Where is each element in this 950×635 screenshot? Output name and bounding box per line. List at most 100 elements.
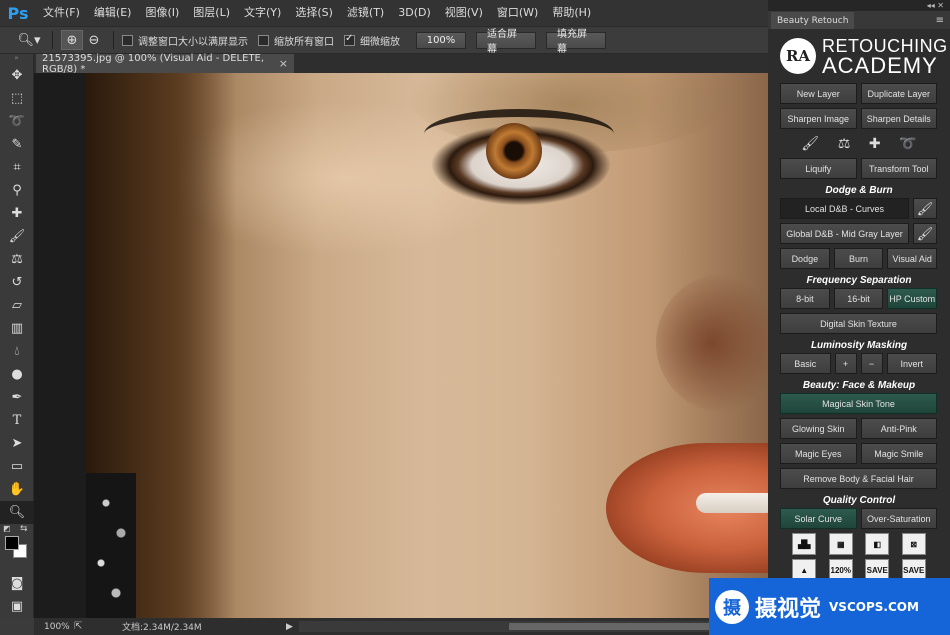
menu-select[interactable]: 选择(S): [288, 0, 340, 26]
magic-eyes-button[interactable]: Magic Eyes: [780, 443, 857, 464]
checkbox-box[interactable]: [122, 34, 133, 46]
hand-tool-icon[interactable]: ✋: [0, 478, 34, 501]
menu-3d[interactable]: 3D(D): [391, 0, 438, 26]
brush-icon[interactable]: 🖌︎: [801, 136, 819, 152]
sharpen-details-button[interactable]: Sharpen Details: [860, 108, 937, 129]
checkbox-box[interactable]: [258, 34, 269, 46]
quick-mask-icon[interactable]: ◙: [0, 572, 34, 595]
zoom-out-icon[interactable]: ⊖: [83, 30, 105, 50]
history-brush-tool-icon[interactable]: ↺: [0, 271, 34, 294]
default-colors-icon[interactable]: ◩: [3, 524, 11, 533]
menu-image[interactable]: 图像(I): [138, 0, 186, 26]
close-compare-icon[interactable]: ⊠: [901, 533, 926, 555]
type-tool-icon[interactable]: T: [0, 409, 34, 432]
foreground-color[interactable]: [5, 536, 19, 550]
digital-skin-texture-button[interactable]: Digital Skin Texture: [780, 313, 937, 334]
document-tab[interactable]: 21573395.jpg @ 100% (Visual Aid - DELETE…: [36, 53, 294, 75]
brush-icon[interactable]: 🖌︎: [913, 223, 937, 244]
duplicate-layer-button[interactable]: Duplicate Layer: [860, 83, 937, 104]
transform-tool-button[interactable]: Transform Tool: [860, 158, 937, 179]
lasso-icon[interactable]: ➰: [899, 136, 916, 152]
panel-collapse-controls[interactable]: ◂◂ ✕: [768, 0, 950, 11]
menu-edit[interactable]: 编辑(E): [87, 0, 139, 26]
lasso-tool-icon[interactable]: ➰: [0, 110, 34, 133]
menu-view[interactable]: 视图(V): [438, 0, 490, 26]
fit-screen-button[interactable]: 适合屏幕: [476, 29, 536, 55]
new-layer-button[interactable]: New Layer: [780, 83, 857, 104]
minus-button[interactable]: −: [860, 353, 883, 374]
panel-tab-beauty-retouch[interactable]: Beauty Retouch: [771, 12, 855, 29]
compare-icon[interactable]: ◧: [865, 533, 890, 555]
shape-tool-icon[interactable]: ▭: [0, 455, 34, 478]
canvas-area[interactable]: [34, 73, 768, 618]
visual-aid-button[interactable]: Visual Aid: [887, 248, 938, 269]
global-db-button[interactable]: Global D&B - Mid Gray Layer: [780, 223, 909, 244]
status-menu-arrow[interactable]: ▶: [286, 622, 293, 632]
liquify-button[interactable]: Liquify: [780, 158, 857, 179]
image-canvas[interactable]: [86, 73, 768, 618]
anti-pink-button[interactable]: Anti-Pink: [860, 418, 937, 439]
basic-button[interactable]: Basic: [780, 353, 831, 374]
document-tab-bar: 21573395.jpg @ 100% (Visual Aid - DELETE…: [34, 53, 768, 75]
fill-screen-button[interactable]: 填充屏幕: [546, 29, 606, 55]
menu-file[interactable]: 文件(F): [36, 0, 87, 26]
scrubby-zoom-checkbox[interactable]: 细微缩放: [344, 33, 400, 48]
8-bit-button[interactable]: 8-bit: [780, 288, 830, 309]
menu-type[interactable]: 文字(Y): [237, 0, 288, 26]
path-select-tool-icon[interactable]: ➤: [0, 432, 34, 455]
export-icon[interactable]: ⇱: [74, 621, 94, 632]
close-document-icon[interactable]: ×: [279, 57, 288, 70]
dodge-button[interactable]: Dodge: [780, 248, 830, 269]
teeth: [696, 493, 768, 513]
magical-skin-tone-button[interactable]: Magical Skin Tone: [780, 393, 937, 414]
marquee-tool-icon[interactable]: ⬚: [0, 87, 34, 110]
bandage-icon[interactable]: ✚: [869, 136, 881, 152]
clone-stamp-tool-icon[interactable]: ⚖: [0, 248, 34, 271]
plus-button[interactable]: +: [834, 353, 857, 374]
zoom-tool-preset-icon[interactable]: 🔍︎▾: [14, 30, 44, 50]
dodge-tool-icon[interactable]: ●: [0, 363, 34, 386]
eyedropper-tool-icon[interactable]: ⚲: [0, 179, 34, 202]
brush-tool-icon[interactable]: 🖌︎: [0, 225, 34, 248]
menu-layer[interactable]: 图层(L): [186, 0, 237, 26]
eraser-tool-icon[interactable]: ▱: [0, 294, 34, 317]
swap-colors-icon[interactable]: ⇆: [20, 524, 28, 534]
stamp-icon[interactable]: ⚖: [838, 136, 851, 152]
panel-menu-icon[interactable]: ≡: [936, 15, 944, 26]
resize-windows-checkbox[interactable]: 调整窗口大小以满屏显示: [122, 33, 248, 48]
16-bit-button[interactable]: 16-bit: [833, 288, 884, 309]
zoom-readout[interactable]: 100%: [34, 622, 74, 632]
gradient-tool-icon[interactable]: ▥: [0, 317, 34, 340]
histogram-icon[interactable]: ▟▙: [792, 533, 817, 555]
horizontal-scrollbar[interactable]: [298, 621, 759, 632]
burn-button[interactable]: Burn: [833, 248, 884, 269]
pen-tool-icon[interactable]: ✒: [0, 386, 34, 409]
crop-tool-icon[interactable]: ⌗: [0, 156, 34, 179]
blur-tool-icon[interactable]: 💧︎: [0, 340, 34, 363]
quick-select-tool-icon[interactable]: ✎: [0, 133, 34, 156]
glowing-skin-button[interactable]: Glowing Skin: [780, 418, 857, 439]
curves-grid-icon[interactable]: ▦: [828, 533, 853, 555]
solar-curve-button[interactable]: Solar Curve: [780, 508, 857, 529]
brush-icon[interactable]: 🖌︎: [913, 198, 937, 219]
remove-hair-button[interactable]: Remove Body & Facial Hair: [780, 468, 937, 489]
zoom-tool-icon[interactable]: 🔍︎: [0, 501, 34, 524]
hp-custom-button[interactable]: HP Custom: [887, 288, 938, 309]
scrollbar-thumb[interactable]: [508, 623, 729, 630]
invert-button[interactable]: Invert: [886, 353, 937, 374]
menu-window[interactable]: 窗口(W): [490, 0, 545, 26]
checkbox-box-checked[interactable]: [344, 33, 355, 46]
actual-pixels-button[interactable]: 100%: [416, 31, 466, 49]
sharpen-image-button[interactable]: Sharpen Image: [780, 108, 857, 129]
zoom-in-icon[interactable]: ⊕: [61, 30, 83, 50]
menu-help[interactable]: 帮助(H): [545, 0, 598, 26]
menu-filter[interactable]: 滤镜(T): [340, 0, 391, 26]
local-db-curves-button[interactable]: Local D&B - Curves: [780, 198, 909, 219]
toolbox-grip[interactable]: »: [0, 54, 33, 64]
screen-mode-icon[interactable]: ▣: [0, 595, 34, 618]
healing-brush-tool-icon[interactable]: ✚: [0, 202, 34, 225]
move-tool-icon[interactable]: ✥: [0, 64, 34, 87]
magic-smile-button[interactable]: Magic Smile: [860, 443, 937, 464]
zoom-all-windows-checkbox[interactable]: 缩放所有窗口: [258, 33, 334, 48]
over-saturation-button[interactable]: Over-Saturation: [860, 508, 937, 529]
